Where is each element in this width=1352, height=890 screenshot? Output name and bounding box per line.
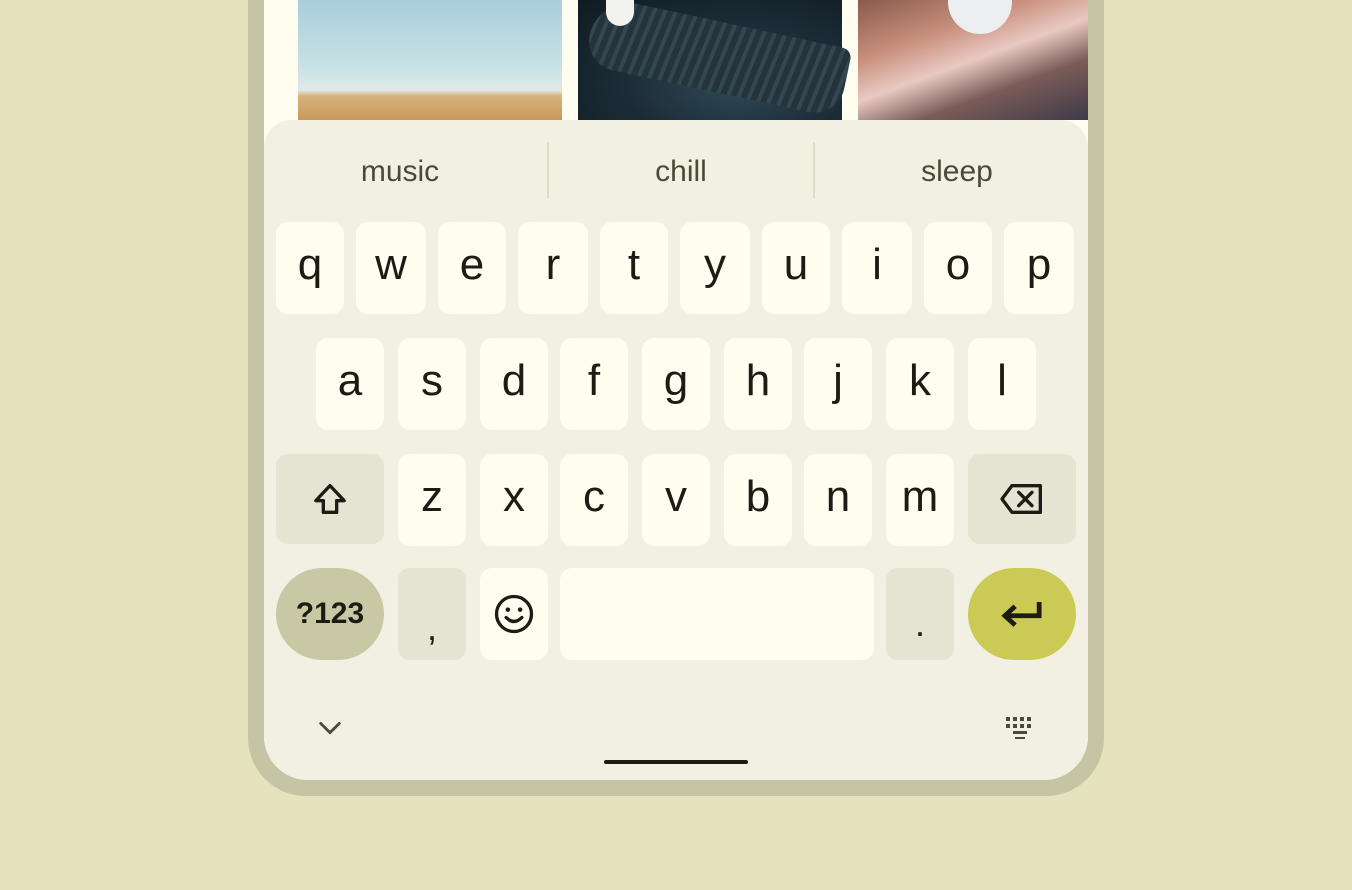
symbols-key[interactable]: ?123 bbox=[276, 568, 384, 660]
period-key-label: . bbox=[914, 603, 925, 644]
key-x[interactable]: x bbox=[480, 454, 548, 546]
photo-thumbnail-desert[interactable] bbox=[298, 0, 562, 120]
backspace-key[interactable] bbox=[968, 454, 1076, 544]
chevron-down-icon bbox=[319, 721, 341, 735]
key-t[interactable]: t bbox=[600, 222, 668, 314]
key-r[interactable]: r bbox=[518, 222, 588, 314]
switch-keyboard-button[interactable] bbox=[1000, 708, 1040, 748]
hide-keyboard-button[interactable] bbox=[310, 708, 350, 748]
key-u[interactable]: u bbox=[762, 222, 830, 314]
keyboard-icon bbox=[1006, 717, 1031, 739]
key-m[interactable]: m bbox=[886, 454, 954, 546]
key-h[interactable]: h bbox=[724, 338, 792, 430]
suggestion-chip[interactable]: chill bbox=[581, 150, 781, 194]
suggestion-divider bbox=[813, 142, 815, 198]
key-f[interactable]: f bbox=[560, 338, 628, 430]
key-c[interactable]: c bbox=[560, 454, 628, 546]
key-o[interactable]: o bbox=[924, 222, 992, 314]
emoji-key[interactable] bbox=[480, 568, 548, 660]
on-screen-keyboard bbox=[264, 120, 1088, 780]
key-e[interactable]: e bbox=[438, 222, 506, 314]
suggestion-chip[interactable]: sleep bbox=[857, 150, 1057, 194]
emoji-icon bbox=[494, 594, 534, 634]
photo-thumbnail-bird[interactable] bbox=[578, 0, 853, 120]
backspace-icon bbox=[1000, 484, 1042, 514]
key-a[interactable]: a bbox=[316, 338, 384, 430]
key-k[interactable]: k bbox=[886, 338, 954, 430]
key-v[interactable]: v bbox=[642, 454, 710, 546]
comma-key-label: , bbox=[426, 607, 437, 648]
photo-thumbnail-mountain[interactable] bbox=[858, 0, 1088, 120]
comma-key[interactable]: , bbox=[398, 568, 466, 660]
shift-icon bbox=[314, 484, 346, 514]
period-key[interactable]: . bbox=[886, 568, 954, 660]
home-gesture-bar[interactable] bbox=[604, 760, 748, 764]
key-s[interactable]: s bbox=[398, 338, 466, 430]
key-y[interactable]: y bbox=[680, 222, 750, 314]
suggestion-chip[interactable]: music bbox=[300, 150, 500, 194]
key-p[interactable]: p bbox=[1004, 222, 1074, 314]
key-w[interactable]: w bbox=[356, 222, 426, 314]
enter-icon bbox=[1001, 602, 1042, 627]
key-i[interactable]: i bbox=[842, 222, 912, 314]
key-j[interactable]: j bbox=[804, 338, 872, 430]
suggestion-divider bbox=[547, 142, 549, 198]
enter-key[interactable] bbox=[968, 568, 1076, 660]
key-n[interactable]: n bbox=[804, 454, 872, 546]
key-q[interactable]: q bbox=[276, 222, 344, 314]
key-l[interactable]: l bbox=[968, 338, 1036, 430]
key-d[interactable]: d bbox=[480, 338, 548, 430]
shift-key[interactable] bbox=[276, 454, 384, 544]
key-b[interactable]: b bbox=[724, 454, 792, 546]
photo-content bbox=[948, 0, 1012, 34]
space-bar[interactable] bbox=[560, 568, 874, 660]
key-g[interactable]: g bbox=[642, 338, 710, 430]
key-z[interactable]: z bbox=[398, 454, 466, 546]
